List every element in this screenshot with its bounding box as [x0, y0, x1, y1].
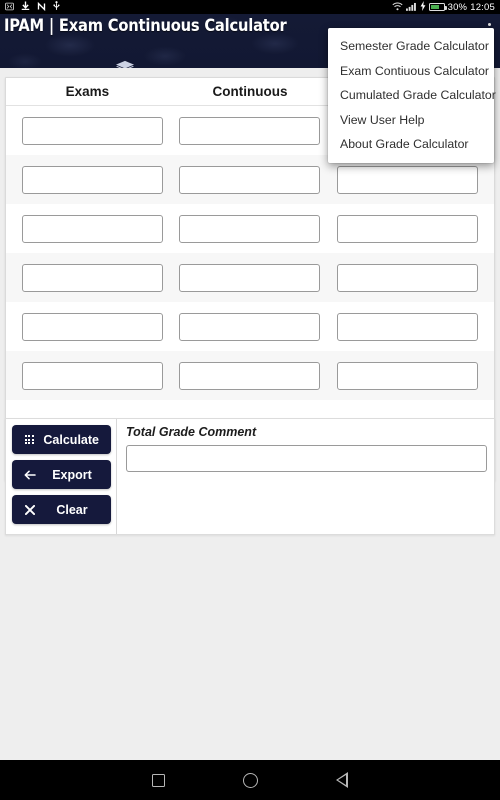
menu-item-exam-continuous-calculator[interactable]: Exam Contiuous Calculator — [328, 59, 494, 84]
status-bar: 30% 12:05 — [0, 0, 500, 14]
third-input-2[interactable] — [336, 165, 478, 194]
table-cell — [171, 165, 328, 194]
menu-item-cumulated-grade-calculator[interactable]: Cumulated Grade Calculator — [328, 83, 496, 108]
battery-percent-label: 30% — [447, 1, 468, 13]
continuous-input-1[interactable] — [179, 116, 321, 145]
status-bar-right-icons: 30% 12:05 — [392, 1, 495, 13]
tab-exams-layers[interactable] — [0, 56, 250, 68]
continuous-input-5[interactable] — [179, 312, 321, 341]
usb-icon — [53, 1, 60, 13]
third-input-3[interactable] — [336, 214, 478, 243]
continuous-input-2[interactable] — [179, 165, 321, 194]
table-row — [6, 351, 494, 400]
menu-item-about-grade-calculator[interactable]: About Grade Calculator — [328, 132, 494, 157]
overflow-dropdown-menu: Semester Grade Calculator Exam Contiuous… — [328, 28, 496, 163]
phone-screen: 30% 12:05 IPAM | Exam Continuous Calcula… — [0, 0, 500, 800]
calculate-button-label: Calculate — [43, 432, 99, 447]
action-button-column: Calculate Export Clear — [6, 419, 116, 534]
status-bar-left-icons — [5, 1, 60, 13]
square-recents-icon[interactable] — [152, 773, 165, 787]
table-row — [6, 253, 494, 302]
comment-column: Total Grade Comment — [116, 419, 494, 534]
table-cell — [14, 312, 171, 341]
table-cell — [171, 312, 328, 341]
battery-icon — [428, 3, 447, 11]
table-row — [6, 204, 494, 253]
table-cell — [329, 263, 486, 292]
exam-input-4[interactable] — [22, 263, 164, 292]
calculate-button[interactable]: Calculate — [12, 425, 111, 454]
wifi-icon — [392, 2, 403, 13]
clear-button[interactable]: Clear — [12, 495, 111, 524]
main-content: Exams Continuous Calculate Export Clear … — [0, 68, 500, 760]
menu-item-view-user-help[interactable]: View User Help — [328, 108, 494, 133]
third-input-5[interactable] — [336, 312, 478, 341]
android-nav-bar — [0, 760, 500, 800]
exam-input-2[interactable] — [22, 165, 164, 194]
table-cell — [171, 361, 328, 390]
column-header-exams: Exams — [65, 84, 110, 99]
arrow-left-icon — [24, 470, 36, 480]
third-input-6[interactable] — [336, 361, 478, 390]
continuous-input-4[interactable] — [179, 263, 321, 292]
table-cell — [329, 312, 486, 341]
table-cell — [14, 263, 171, 292]
table-cell — [329, 214, 486, 243]
exam-input-5[interactable] — [22, 312, 164, 341]
exam-input-1[interactable] — [22, 116, 164, 145]
third-input-4[interactable] — [336, 263, 478, 292]
nfc-icon — [37, 1, 46, 13]
continuous-input-3[interactable] — [179, 214, 321, 243]
exam-input-6[interactable] — [22, 361, 164, 390]
cellular-signal-icon — [405, 2, 417, 13]
clear-button-label: Clear — [56, 502, 88, 517]
clock-label: 12:05 — [470, 1, 495, 13]
export-button[interactable]: Export — [12, 460, 111, 489]
actions-panel: Calculate Export Clear Total Grade Comme… — [5, 418, 495, 535]
comment-label: Total Grade Comment — [126, 425, 257, 439]
menu-item-semester-grade-calculator[interactable]: Semester Grade Calculator — [328, 34, 494, 59]
page-title: IPAM | Exam Continuous Calculator — [4, 16, 287, 36]
download-icon — [21, 1, 30, 13]
screenshot-icon — [5, 2, 14, 13]
table-cell — [171, 116, 328, 145]
table-row — [6, 302, 494, 351]
table-cell — [171, 263, 328, 292]
table-cell — [329, 165, 486, 194]
close-x-icon — [24, 504, 36, 515]
exam-input-3[interactable] — [22, 214, 164, 243]
charging-bolt-icon — [420, 1, 426, 13]
continuous-input-6[interactable] — [179, 361, 321, 390]
table-cell — [14, 214, 171, 243]
table-cell — [14, 361, 171, 390]
layers-icon — [116, 60, 134, 68]
table-cell — [14, 165, 171, 194]
table-cell — [14, 116, 171, 145]
grid-icon — [24, 435, 34, 444]
table-cell — [329, 361, 486, 390]
table-cell — [171, 214, 328, 243]
export-button-label: Export — [52, 467, 92, 482]
triangle-back-icon[interactable] — [336, 772, 348, 788]
circle-home-icon[interactable] — [243, 772, 258, 788]
total-grade-comment-input[interactable] — [126, 445, 487, 472]
column-header-continuous: Continuous — [212, 84, 288, 99]
